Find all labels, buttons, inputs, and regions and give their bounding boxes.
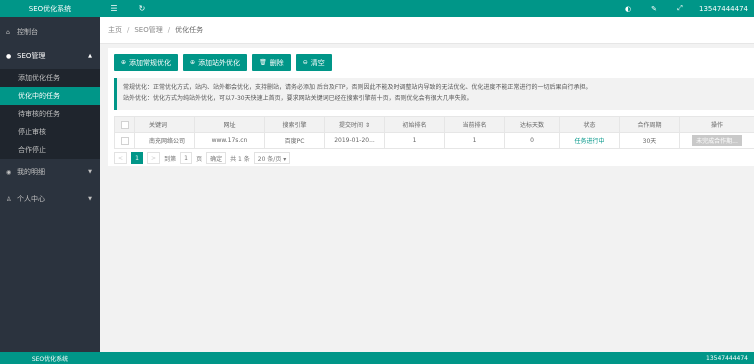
chevron-down-icon: ▼ bbox=[88, 196, 92, 202]
task-table: 关键词 网址 搜索引擎 提交时间 ⇕ 初始排名 当前排名 达标天数 状态 合作周… bbox=[114, 116, 754, 149]
confirm-button[interactable]: 确定 bbox=[206, 152, 227, 164]
goto-label: 到第 bbox=[164, 155, 177, 163]
col-status: 状态 bbox=[559, 116, 620, 133]
circle-icon: ● bbox=[6, 52, 12, 60]
col-period: 合作周期 bbox=[619, 116, 680, 133]
sidebar-item-label: 个人中心 bbox=[17, 195, 45, 203]
cell-url: www.17s.cn bbox=[194, 132, 265, 149]
clear-button[interactable]: ⊖ 清空 bbox=[295, 54, 332, 71]
cell-keyword: 南充网络公司 bbox=[134, 132, 195, 149]
breadcrumb-home[interactable]: 主页 bbox=[108, 25, 122, 35]
col-submit-time[interactable]: 提交时间 ⇕ bbox=[324, 116, 385, 133]
breadcrumb: 主页 / SEO管理 / 优化任务 bbox=[100, 17, 754, 44]
next-page-button[interactable]: > bbox=[147, 152, 161, 164]
breadcrumb-current: 优化任务 bbox=[175, 26, 204, 34]
col-url: 网址 bbox=[194, 116, 265, 133]
table-header-row: 关键词 网址 搜索引擎 提交时间 ⇕ 初始排名 当前排名 达标天数 状态 合作周… bbox=[114, 116, 754, 133]
pagination: < 1 > 到第 1 页 确定 共 1 条 20 条/页 ▾ bbox=[114, 152, 291, 164]
notice-box: 常规优化：正常优化方式，站内、站外都会优化，支持删站，请务必添加 后台及FTP，… bbox=[114, 78, 754, 110]
col-current-rank: 当前排名 bbox=[444, 116, 505, 133]
menu-icon[interactable]: ☰ bbox=[100, 4, 128, 13]
sidebar-subitem-stop-review[interactable]: 停止审核 bbox=[0, 123, 100, 141]
sidebar-item-label: SEO管理 bbox=[17, 52, 46, 60]
breadcrumb-seo[interactable]: SEO管理 bbox=[134, 25, 162, 35]
total-count: 共 1 条 bbox=[230, 155, 250, 163]
sidebar-item-my-account[interactable]: ◉ 我的明细 ▼ bbox=[0, 163, 100, 181]
chevron-down-icon: ▼ bbox=[88, 169, 92, 175]
sidebar-item-seo[interactable]: ● SEO管理 ▲ bbox=[0, 47, 100, 65]
sidebar-item-label: 我的明细 bbox=[17, 168, 45, 176]
top-header: ☰ ↻ ◐ ✎ ⤢ 13547444474 bbox=[100, 0, 754, 17]
delete-button[interactable]: 🗑 删除 bbox=[252, 54, 291, 71]
col-initial-rank: 初始排名 bbox=[384, 116, 445, 133]
task-card: ⊕ 添加常规优化 ⊕ 添加站外优化 🗑 删除 ⊖ 清空 常规优化：正常优化方式，站内、站… bbox=[108, 48, 754, 166]
add-site-button[interactable]: ⊕ 添加站外优化 bbox=[183, 54, 248, 71]
add-normal-button[interactable]: ⊕ 添加常规优化 bbox=[114, 54, 179, 71]
sidebar-item-personal[interactable]: ♙ 个人中心 ▼ bbox=[0, 190, 100, 208]
select-all-checkbox[interactable] bbox=[114, 116, 135, 133]
footer-brand: SEO优化系统 bbox=[31, 355, 69, 363]
home-icon: ⌂ bbox=[6, 28, 10, 36]
cell-days: 0 bbox=[504, 132, 560, 149]
chevron-up-icon: ▲ bbox=[88, 53, 92, 59]
page-unit-label: 页 bbox=[196, 155, 203, 163]
col-engine: 搜索引擎 bbox=[264, 116, 325, 133]
sidebar-item-dashboard[interactable]: ⌂ 控制台 bbox=[0, 23, 100, 41]
col-keyword: 关键词 bbox=[134, 116, 195, 133]
cell-initial-rank: 1 bbox=[384, 132, 445, 149]
plus-icon: ⊕ bbox=[121, 59, 127, 66]
brand-logo: SEO优化系统 bbox=[0, 0, 100, 17]
sidebar-subitem-coop-stop[interactable]: 合作停止 bbox=[0, 141, 100, 159]
notice-line: 常规优化：正常优化方式，站内、站外都会优化，支持删站，请务必添加 后台及FTP，… bbox=[123, 84, 592, 91]
cell-engine: 百度PC bbox=[264, 132, 325, 149]
plus-icon: ⊕ bbox=[190, 59, 196, 66]
refresh-icon[interactable]: ↻ bbox=[128, 4, 156, 13]
footer-user: 13547444474 bbox=[706, 354, 748, 362]
per-page-select[interactable]: 20 条/页 ▾ bbox=[253, 152, 291, 164]
sidebar-subitem-pending[interactable]: 待审核的任务 bbox=[0, 105, 100, 123]
list-icon: ◉ bbox=[6, 168, 12, 176]
page-1-button[interactable]: 1 bbox=[131, 152, 144, 164]
cell-action: 未完成合作期... bbox=[679, 132, 754, 149]
user-icon: ♙ bbox=[6, 195, 12, 203]
cell-submit-time: 2019-01-20... bbox=[324, 132, 385, 149]
table-row: 南充网络公司 www.17s.cn 百度PC 2019-01-20... 1 1… bbox=[114, 132, 754, 149]
incomplete-button[interactable]: 未完成合作期... bbox=[692, 135, 742, 146]
clear-icon: ⊖ bbox=[302, 59, 308, 66]
sidebar: SEO优化系统 ⌂ 控制台 ● SEO管理 ▲ 添加优化任务 优化中的任务 待审… bbox=[0, 0, 100, 364]
sidebar-item-label: 控制台 bbox=[17, 28, 38, 36]
col-action: 操作 bbox=[679, 116, 754, 133]
note-icon[interactable]: ✎ bbox=[641, 5, 667, 13]
page-input[interactable]: 1 bbox=[180, 152, 193, 164]
row-checkbox[interactable] bbox=[114, 132, 135, 149]
fullscreen-icon[interactable]: ⤢ bbox=[667, 4, 693, 13]
theme-icon[interactable]: ◐ bbox=[615, 5, 641, 13]
trash-icon: 🗑 bbox=[259, 59, 267, 66]
cell-period: 30天 bbox=[619, 132, 680, 149]
prev-page-button[interactable]: < bbox=[114, 152, 128, 164]
bottom-bar: SEO优化系统 13547444474 bbox=[0, 352, 754, 364]
cell-current-rank: 1 bbox=[444, 132, 505, 149]
cell-status: 任务进行中 bbox=[559, 132, 620, 149]
notice-line: 站外优化：优化方式为纯站外优化，可以7-30天快速上首页，要求网站关键词已经在搜… bbox=[123, 95, 473, 102]
col-days: 达标天数 bbox=[504, 116, 560, 133]
user-name[interactable]: 13547444474 bbox=[693, 5, 754, 13]
sidebar-subitem-optimizing[interactable]: 优化中的任务 bbox=[0, 87, 100, 105]
sidebar-subitem-add-task[interactable]: 添加优化任务 bbox=[0, 69, 100, 87]
